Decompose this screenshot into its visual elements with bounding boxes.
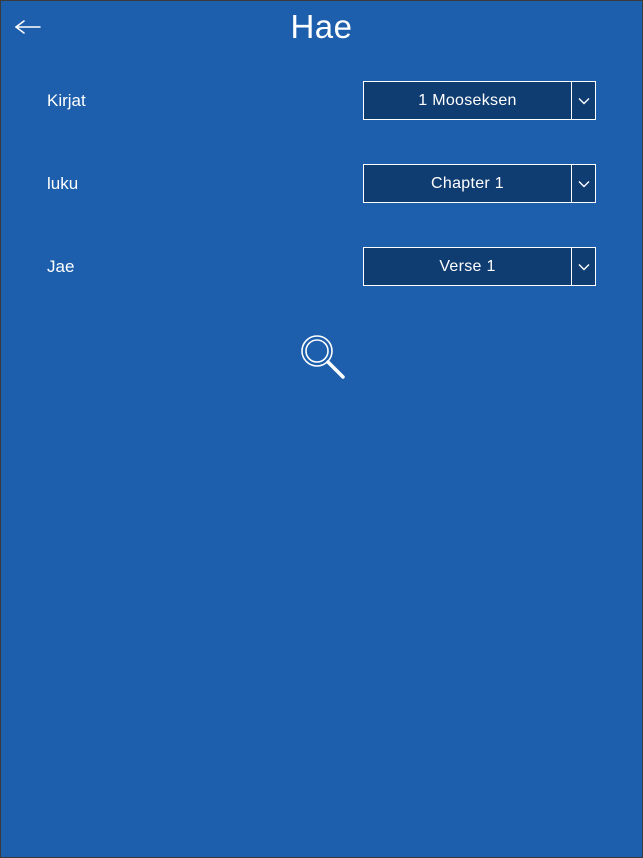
select-books[interactable]: 1 Mooseksen (363, 81, 596, 120)
row-verse: Jae Verse 1 (47, 247, 596, 286)
select-chapter-value: Chapter 1 (364, 165, 571, 202)
back-arrow-icon (14, 20, 42, 34)
label-books: Kirjat (47, 91, 86, 111)
search-button[interactable] (47, 330, 596, 382)
header: Hae (1, 1, 642, 53)
label-chapter: luku (47, 174, 78, 194)
search-icon (296, 330, 348, 382)
chevron-down-icon (571, 82, 595, 119)
select-verse[interactable]: Verse 1 (363, 247, 596, 286)
select-chapter[interactable]: Chapter 1 (363, 164, 596, 203)
label-verse: Jae (47, 257, 74, 277)
chevron-down-icon (571, 165, 595, 202)
row-chapter: luku Chapter 1 (47, 164, 596, 203)
select-verse-value: Verse 1 (364, 248, 571, 285)
back-button[interactable] (13, 15, 43, 39)
row-books: Kirjat 1 Mooseksen (47, 81, 596, 120)
select-books-value: 1 Mooseksen (364, 82, 571, 119)
search-form: Kirjat 1 Mooseksen luku Chapter 1 Jae Ve… (1, 53, 642, 382)
page-title: Hae (290, 8, 352, 46)
chevron-down-icon (571, 248, 595, 285)
